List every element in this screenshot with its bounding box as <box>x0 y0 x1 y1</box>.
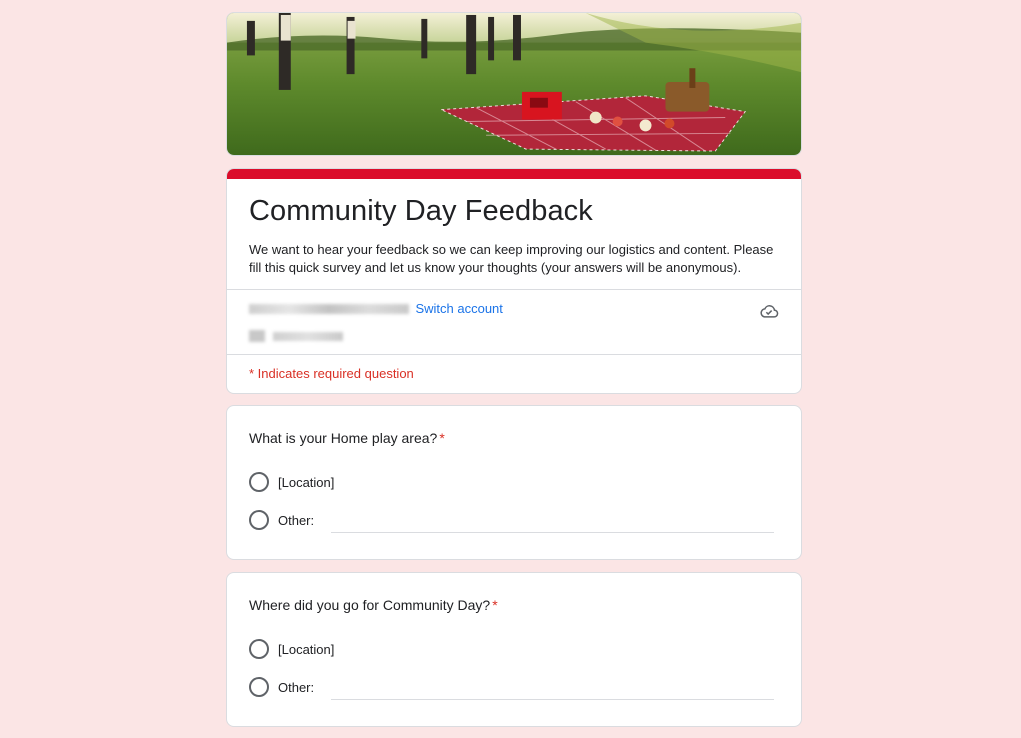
option-label: [Location] <box>278 641 335 657</box>
cloud-check-icon[interactable] <box>759 302 779 320</box>
question-title-text: Where did you go for Community Day? <box>249 597 491 613</box>
radio-option-location[interactable]: [Location] <box>249 470 779 494</box>
account-avatar-redacted <box>249 330 265 342</box>
radio-option-location[interactable]: [Location] <box>249 637 779 661</box>
picnic-banner-image <box>227 13 801 155</box>
option-label: [Location] <box>278 474 335 490</box>
other-text-input[interactable] <box>331 680 775 700</box>
header-banner-image <box>226 12 802 156</box>
switch-account-link[interactable]: Switch account <box>415 301 502 316</box>
account-name-text-redacted <box>273 331 343 341</box>
required-asterisk: * <box>439 430 445 446</box>
account-email-redacted <box>249 303 409 314</box>
question-title: What is your Home play area? * <box>249 428 779 448</box>
account-row: Switch account <box>227 290 801 354</box>
radio-button[interactable] <box>249 472 269 492</box>
question-card-home-play-area: What is your Home play area? * [Location]… <box>226 405 802 560</box>
radio-button[interactable] <box>249 510 269 530</box>
question-title: Where did you go for Community Day? * <box>249 595 779 615</box>
radio-button[interactable] <box>249 677 269 697</box>
required-asterisk: * <box>492 597 498 613</box>
radio-option-other[interactable]: Other: <box>249 508 779 533</box>
question-card-community-day-location: Where did you go for Community Day? * [Lo… <box>226 572 802 727</box>
question-title-text: What is your Home play area? <box>249 430 438 446</box>
form-title: Community Day Feedback <box>249 195 593 227</box>
account-name-redacted <box>249 330 779 342</box>
required-question-note: * Indicates required question <box>249 366 414 381</box>
option-label: Other: <box>278 679 315 695</box>
radio-option-other[interactable]: Other: <box>249 675 779 700</box>
form-description: We want to hear your feedback so we can … <box>249 242 774 275</box>
form-header-card: Community Day Feedback We want to hear y… <box>226 168 802 394</box>
radio-button[interactable] <box>249 639 269 659</box>
accent-bar <box>227 169 801 179</box>
other-text-input[interactable] <box>331 513 775 533</box>
option-label: Other: <box>278 512 315 528</box>
